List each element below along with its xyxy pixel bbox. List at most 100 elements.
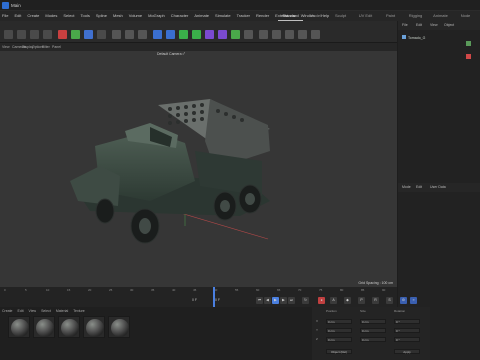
timeline-tick: 85 — [361, 288, 365, 292]
am-menu-user-data[interactable]: User Data — [430, 185, 446, 189]
tab-standard[interactable]: Standard — [278, 11, 303, 21]
loop-icon[interactable]: ↻ — [302, 297, 309, 304]
render-icon[interactable] — [125, 30, 134, 39]
rotate-icon[interactable] — [30, 30, 39, 39]
material-swatch[interactable] — [108, 316, 130, 338]
menu-item-volume[interactable]: Volume — [129, 13, 142, 18]
axis-label: X — [316, 319, 319, 323]
z-axis-icon[interactable] — [84, 30, 93, 39]
menu-item-mesh[interactable]: Mesh — [113, 13, 123, 18]
key-rot-icon[interactable]: R — [372, 297, 379, 304]
scene-icon[interactable] — [231, 30, 240, 39]
om-menu-view[interactable]: View — [430, 23, 438, 27]
menu-item-tools[interactable]: Tools — [81, 13, 90, 18]
viewport-menu-filter[interactable]: Filter — [42, 45, 50, 49]
tab-sculpt[interactable]: Sculpt — [328, 11, 353, 21]
y-axis-icon[interactable] — [71, 30, 80, 39]
prev-key-icon[interactable]: ◀ — [264, 297, 271, 304]
light-icon[interactable] — [259, 30, 268, 39]
key-scale-icon[interactable]: S — [386, 297, 393, 304]
tab-paint[interactable]: Paint — [378, 11, 403, 21]
snap-icon[interactable] — [272, 30, 281, 39]
x-axis-icon[interactable] — [58, 30, 67, 39]
go-to-end-icon[interactable]: ⏭ — [288, 297, 295, 304]
material-swatch[interactable] — [8, 316, 30, 338]
material-swatch[interactable] — [58, 316, 80, 338]
start-frame[interactable]: 0 F — [215, 298, 220, 302]
coord-field[interactable]: 0 cm — [326, 319, 352, 324]
camera-icon[interactable] — [244, 30, 253, 39]
grid-icon[interactable] — [298, 30, 307, 39]
header-rotation: Rotation — [394, 309, 406, 313]
current-frame[interactable]: 0 F — [192, 298, 197, 302]
coord-field[interactable]: 0 ° — [394, 319, 420, 324]
pen-icon[interactable] — [166, 30, 175, 39]
cube-icon[interactable] — [153, 30, 162, 39]
menu-item-animate[interactable]: Animate — [194, 13, 209, 18]
menu-item-edit[interactable]: Edit — [14, 13, 21, 18]
list-icon[interactable]: ≡ — [410, 297, 417, 304]
menu-item-spline[interactable]: Spline — [96, 13, 107, 18]
tab-node[interactable]: Node — [453, 11, 478, 21]
apply-button[interactable]: Apply — [394, 349, 420, 354]
deformer-icon[interactable] — [205, 30, 214, 39]
am-menu-edit[interactable]: Edit — [416, 185, 422, 189]
render-settings-icon[interactable] — [138, 30, 147, 39]
material-sphere-icon — [36, 319, 54, 337]
coord-row: X 0 cm 0 cm 0 ° — [316, 319, 426, 325]
play-icon[interactable]: ▶ — [272, 297, 279, 304]
menu-item-modes[interactable]: Modes — [45, 13, 57, 18]
coord-mode-select[interactable]: Object (Rel) — [326, 349, 352, 354]
subdivision-icon[interactable] — [179, 30, 188, 39]
menu-item-render[interactable]: Render — [256, 13, 269, 18]
viewport[interactable]: Default Camera •° Grid Spacing: 100 cm — [0, 51, 397, 287]
material-swatch[interactable] — [83, 316, 105, 338]
field-icon[interactable] — [218, 30, 227, 39]
header-size: Size — [360, 309, 366, 313]
coord-field[interactable]: 0 cm — [360, 328, 386, 333]
menu-item-tracker[interactable]: Tracker — [237, 13, 250, 18]
menu-item-mograph[interactable]: MoGraph — [148, 13, 165, 18]
am-menu-mode[interactable]: Mode — [402, 185, 411, 189]
tab-model[interactable]: Model — [303, 11, 328, 21]
undo-icon[interactable] — [4, 30, 13, 39]
tab-uv-edit[interactable]: UV Edit — [353, 11, 378, 21]
coord-field[interactable]: 0 cm — [326, 328, 352, 333]
settings-icon[interactable]: ⚙ — [400, 297, 407, 304]
om-menu-file[interactable]: File — [402, 23, 408, 27]
coord-field[interactable]: 0 cm — [326, 337, 352, 342]
timeline-tick: 40 — [172, 288, 176, 292]
array-icon[interactable] — [192, 30, 201, 39]
move-icon[interactable] — [17, 30, 26, 39]
coord-field[interactable]: 0 cm — [360, 319, 386, 324]
render-toggle-icon[interactable] — [466, 54, 471, 59]
menu-item-simulate[interactable]: Simulate — [215, 13, 231, 18]
menu-item-file[interactable]: File — [2, 13, 8, 18]
visibility-check-icon[interactable] — [466, 41, 471, 46]
render-view-icon[interactable] — [112, 30, 121, 39]
coord-field[interactable]: 0 ° — [394, 328, 420, 333]
go-to-start-icon[interactable]: ⏮ — [256, 297, 263, 304]
material-swatch[interactable] — [33, 316, 55, 338]
om-menu-object[interactable]: Object — [444, 23, 454, 27]
lock-icon[interactable] — [311, 30, 320, 39]
scale-icon[interactable] — [43, 30, 52, 39]
coord-field[interactable]: 0 cm — [360, 337, 386, 342]
viewport-menu-panel[interactable]: Panel — [52, 45, 61, 49]
autokey-icon[interactable]: A — [330, 297, 337, 304]
tab-rigging[interactable]: Rigging — [403, 11, 428, 21]
coord-field[interactable]: 0 ° — [394, 337, 420, 342]
key-icon[interactable]: ◆ — [344, 297, 351, 304]
menu-item-select[interactable]: Select — [63, 13, 74, 18]
om-menu-edit[interactable]: Edit — [416, 23, 422, 27]
menu-item-character[interactable]: Character — [171, 13, 189, 18]
object-tornado[interactable]: Tornado_G — [402, 35, 425, 40]
key-pos-icon[interactable]: P — [358, 297, 365, 304]
coord-system-icon[interactable] — [97, 30, 106, 39]
workplane-icon[interactable] — [285, 30, 294, 39]
menu-item-create[interactable]: Create — [27, 13, 39, 18]
viewport-menu-view[interactable]: View — [2, 45, 10, 49]
record-icon[interactable]: ● — [318, 297, 325, 304]
next-key-icon[interactable]: ▶ — [280, 297, 287, 304]
tab-animate[interactable]: Animate — [428, 11, 453, 21]
